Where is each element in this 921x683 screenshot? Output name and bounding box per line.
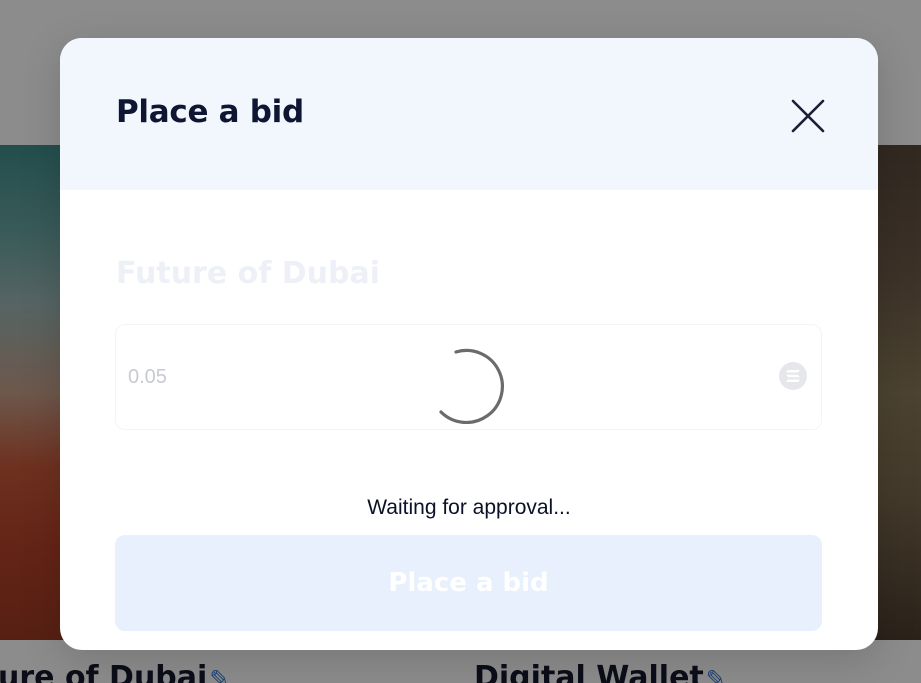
modal-body: Future of Dubai Waiting for approval... … (60, 190, 878, 650)
modal-title: Place a bid (116, 94, 304, 130)
status-text: Waiting for approval... (367, 496, 571, 519)
modal-header: Place a bid (60, 38, 878, 190)
loading-spinner-icon (439, 348, 504, 424)
bid-amount-input[interactable] (128, 359, 688, 395)
nft-name: Future of Dubai (116, 256, 381, 291)
close-button[interactable] (790, 98, 826, 134)
place-bid-button[interactable]: Place a bid (115, 535, 822, 631)
place-bid-modal: Place a bid Future of Dubai Waiting for … (60, 38, 878, 650)
close-icon (791, 99, 825, 133)
solana-icon (779, 362, 807, 390)
